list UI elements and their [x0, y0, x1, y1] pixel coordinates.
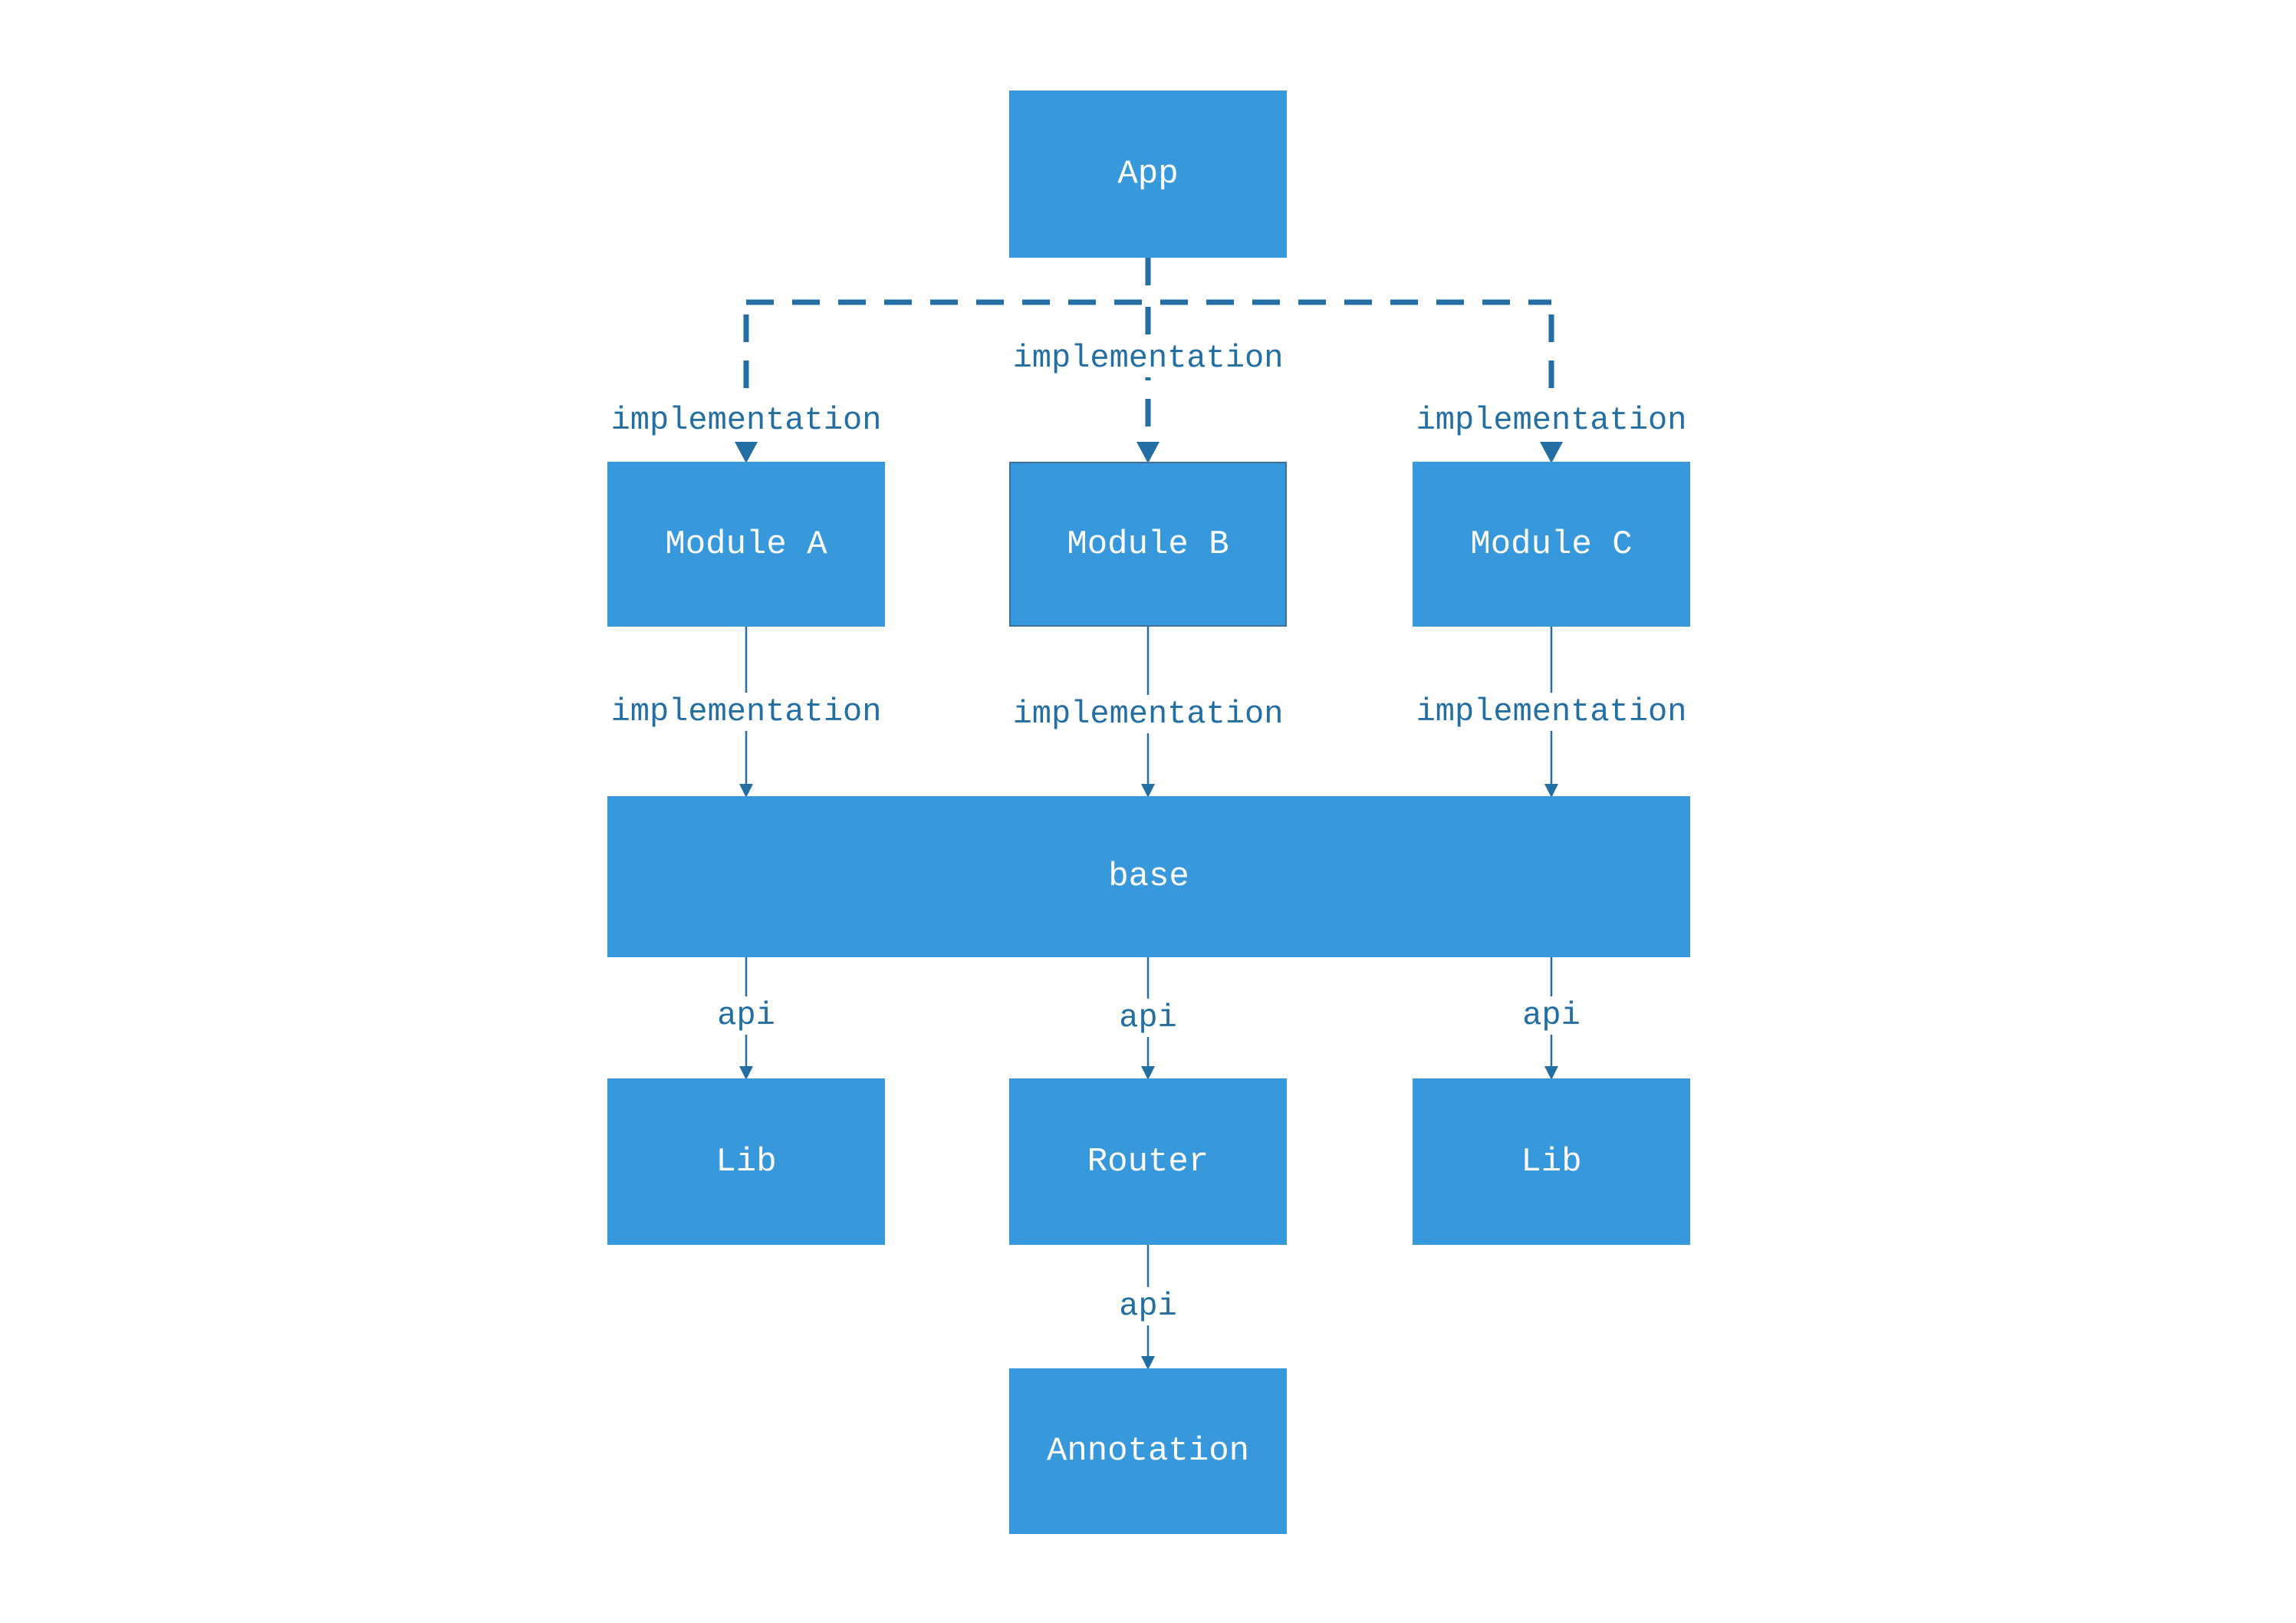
- node-app[interactable]: App: [1009, 91, 1287, 258]
- node-lib-left[interactable]: Lib: [607, 1078, 885, 1245]
- edge-label-module-b-base: implementation: [1009, 695, 1287, 733]
- edge-label-app-module-a: implementation: [607, 401, 885, 439]
- edge-label-module-a-base: implementation: [607, 693, 885, 731]
- node-router[interactable]: Router: [1009, 1078, 1287, 1245]
- node-module-b-label: Module B: [1067, 525, 1229, 564]
- edge-label-app-module-b: implementation: [1009, 339, 1287, 377]
- edge-label-module-c-base: implementation: [1413, 693, 1690, 731]
- node-module-b[interactable]: Module B: [1009, 462, 1287, 627]
- node-lib-right-label: Lib: [1521, 1142, 1582, 1181]
- node-base-label: base: [1108, 858, 1189, 896]
- node-module-c-label: Module C: [1470, 525, 1633, 564]
- node-annotation[interactable]: Annotation: [1009, 1368, 1287, 1534]
- edge-label-base-router: api: [1116, 999, 1180, 1037]
- edge-label-base-lib-right: api: [1519, 996, 1584, 1035]
- arrowhead-module-b: [1136, 442, 1160, 463]
- node-module-c[interactable]: Module C: [1413, 462, 1690, 627]
- node-lib-right[interactable]: Lib: [1413, 1078, 1690, 1245]
- edge-label-router-annotation: api: [1116, 1287, 1180, 1325]
- arrowhead-module-a: [735, 442, 758, 463]
- node-base[interactable]: base: [607, 796, 1690, 957]
- node-lib-left-label: Lib: [715, 1142, 777, 1181]
- node-module-a[interactable]: Module A: [607, 462, 885, 627]
- node-router-label: Router: [1087, 1142, 1209, 1181]
- edge-label-app-module-c: implementation: [1413, 401, 1690, 439]
- edge-label-base-lib-left: api: [714, 996, 778, 1035]
- node-module-a-label: Module A: [665, 525, 827, 564]
- node-annotation-label: Annotation: [1046, 1432, 1250, 1470]
- arrowhead-module-c: [1540, 442, 1563, 463]
- node-app-label: App: [1117, 155, 1179, 193]
